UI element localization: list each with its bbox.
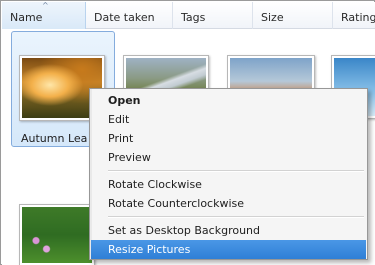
menu-separator [108, 216, 364, 218]
column-header-size[interactable]: Size [253, 2, 333, 29]
column-header-rating[interactable]: Rating [333, 2, 375, 29]
sort-ascending-icon: ^ [42, 2, 49, 10]
thumbnail-green-plants-image [22, 207, 92, 263]
context-menu: Open Edit Print Preview Rotate Clockwise… [89, 88, 368, 260]
column-header-date-taken-label: Date taken [94, 11, 155, 24]
menu-item-edit[interactable]: Edit [91, 110, 366, 129]
menu-item-rotate-clockwise[interactable]: Rotate Clockwise [91, 175, 366, 194]
menu-item-resize-pictures[interactable]: Resize Pictures [91, 240, 366, 259]
thumbnail-caption[interactable]: Autumn Leaves [21, 132, 87, 145]
menu-item-print[interactable]: Print [91, 129, 366, 148]
column-header-tags[interactable]: Tags [173, 2, 253, 29]
menu-separator [108, 170, 364, 172]
column-header-date-taken[interactable]: Date taken [86, 2, 173, 29]
menu-item-set-desktop-background[interactable]: Set as Desktop Background [91, 221, 366, 240]
column-header-size-label: Size [261, 11, 284, 24]
column-header-name-label: Name [10, 11, 43, 24]
menu-item-rotate-counterclockwise[interactable]: Rotate Counterclockwise [91, 194, 366, 213]
column-header-rating-label: Rating [341, 11, 375, 24]
menu-item-preview[interactable]: Preview [91, 148, 366, 167]
column-header-tags-label: Tags [181, 11, 206, 24]
column-header-name[interactable]: ^ Name [2, 2, 86, 29]
menu-item-open[interactable]: Open [91, 91, 366, 110]
thumbnail-green-plants[interactable] [19, 204, 95, 265]
explorer-window: ^ Name Date taken Tags Size Rating Autum… [0, 0, 375, 265]
column-header-bar: ^ Name Date taken Tags Size Rating [2, 2, 375, 29]
